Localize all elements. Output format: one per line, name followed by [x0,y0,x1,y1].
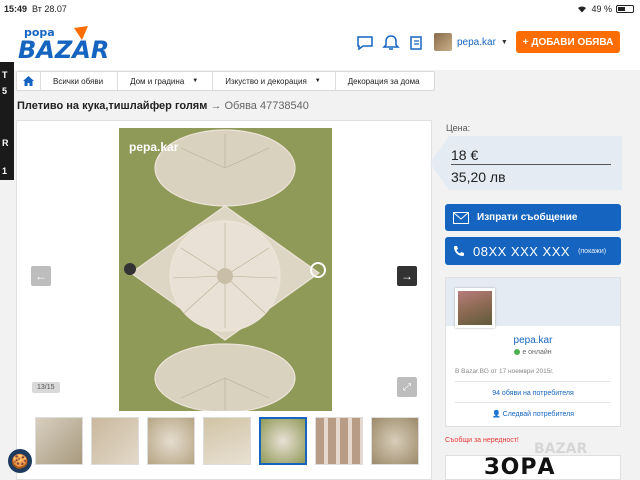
chevron-down-icon: ▼ [314,78,321,84]
follow-user-icon: 👤 [491,411,503,418]
follow-seller-label: Следвай потребителя [502,411,575,418]
seller-avatar[interactable] [455,288,495,328]
listing-ad-id: Обява 47738540 [224,100,309,112]
breadcrumb-home-garden[interactable]: Дом и градина ▼ [118,72,214,90]
image-counter: 13/15 [32,382,60,393]
price-divider [451,164,611,165]
breadcrumb-home[interactable] [17,72,41,90]
envelope-icon [453,211,469,224]
notifications-bell-icon[interactable] [382,34,400,52]
send-message-button[interactable]: Изпрати съобщение [445,204,621,231]
side-ad-banner[interactable]: T 5 R 1 [0,62,14,180]
thumbnail[interactable] [315,417,363,465]
my-ads-icon[interactable] [408,34,426,52]
listing-title-text: Плетиво на кука,тишлайфер голям [17,100,208,112]
phone-show-label: (покажи) [578,247,607,255]
thumbnail[interactable] [203,417,251,465]
seller-card: pepa.kar е онлайн В Bazar.BG от 17 ноемв… [445,277,621,427]
follow-seller-link[interactable]: 👤 Следвай потребителя [446,410,620,418]
messages-icon[interactable] [356,34,374,52]
side-ad-text: 1 [2,166,8,176]
previous-image-button[interactable]: ← [31,266,51,286]
side-ad-text: R [2,138,9,148]
status-time: 15:49 [4,4,28,14]
user-avatar [434,33,452,51]
listing-title: Плетиво на кука,тишлайфер голям → Обява … [17,100,309,112]
breadcrumb-home-decoration[interactable]: Декорация за дома [336,72,434,90]
seller-online-status: е онлайн [446,349,620,356]
bazar-logo[interactable]: рора BAZAR [16,24,124,64]
seller-ads-link[interactable]: 94 обяви на потребителя [446,390,620,397]
next-image-button[interactable]: → [397,266,417,286]
seller-status-text: е онлайн [522,349,552,356]
thumbnail[interactable] [91,417,139,465]
home-icon [23,76,34,86]
battery-icon [616,5,634,13]
site-header: рора BAZAR pepa.kar ▼ + ДОБАВИ ОБЯВА [0,18,640,70]
thumbnail[interactable] [35,417,83,465]
zora-brand: ЗОРА [484,455,556,480]
main-photo[interactable]: pepa.kar [119,128,332,411]
breadcrumb-all-ads[interactable]: Всички обяви [41,72,119,90]
breadcrumb-label: Декорация за дома [347,76,420,86]
thumbnail[interactable] [371,417,419,465]
battery-percent: 49 % [591,4,612,14]
price-eur: 18 € [451,147,479,163]
price-label: Цена: [446,123,471,133]
photo-watermark: pepa.kar [129,140,179,154]
cookie-settings-button[interactable]: 🍪 [8,449,32,473]
show-phone-button[interactable]: 08XX XXX XXX (покажи) [445,237,621,265]
arrow-right-icon: → [210,100,222,112]
thumbnail[interactable] [147,417,195,465]
status-date: Вт 28.07 [32,4,67,14]
add-listing-button[interactable]: + ДОБАВИ ОБЯВА [516,31,620,53]
expand-icon: ⤢ [403,381,411,393]
user-name: pepa.kar [457,36,496,48]
thumbnail-active[interactable] [259,417,307,465]
wifi-icon [578,6,587,13]
status-bar: 15:49 Вт 28.07 49 % [0,0,640,18]
breadcrumb-label: Дом и градина [130,76,185,86]
breadcrumb: Всички обяви Дом и градина ▼ Изкуство и д… [16,71,435,91]
arrow-right-icon: → [401,269,413,283]
svg-text:BAZAR: BAZAR [18,36,109,64]
cookie-icon: 🍪 [11,452,29,469]
breadcrumb-label: Изкуство и декорация [225,76,307,86]
fullscreen-button[interactable]: ⤢ [397,377,417,397]
divider [455,402,611,403]
promo-banner[interactable]: BAZAR ЗОРА [484,441,640,480]
breadcrumb-art-decoration[interactable]: Изкуство и декорация ▼ [213,72,336,90]
seller-name[interactable]: pepa.kar [446,335,620,346]
side-ad-text: 5 [2,86,8,96]
price-bgn: 35,20 лв [451,169,506,185]
chevron-down-icon: ▼ [500,38,508,46]
image-gallery: pepa.kar ← → 13/15 ⤢ [16,120,432,480]
chevron-down-icon: ▼ [192,78,199,84]
status-right: 49 % [577,4,634,14]
divider [455,381,611,382]
user-menu[interactable]: pepa.kar ▼ [434,33,508,51]
send-message-label: Изпрати съобщение [477,212,578,223]
breadcrumb-label: Всички обяви [53,76,104,86]
phone-number: 08XX XXX XXX [473,243,571,259]
thumbnail-strip [35,417,419,465]
side-ad-text: T [2,70,8,80]
seller-member-since: В Bazar.BG от 17 ноември 2015г. [455,368,554,375]
phone-icon [454,245,464,256]
online-dot-icon [514,349,521,356]
arrow-left-icon: ← [35,269,47,283]
